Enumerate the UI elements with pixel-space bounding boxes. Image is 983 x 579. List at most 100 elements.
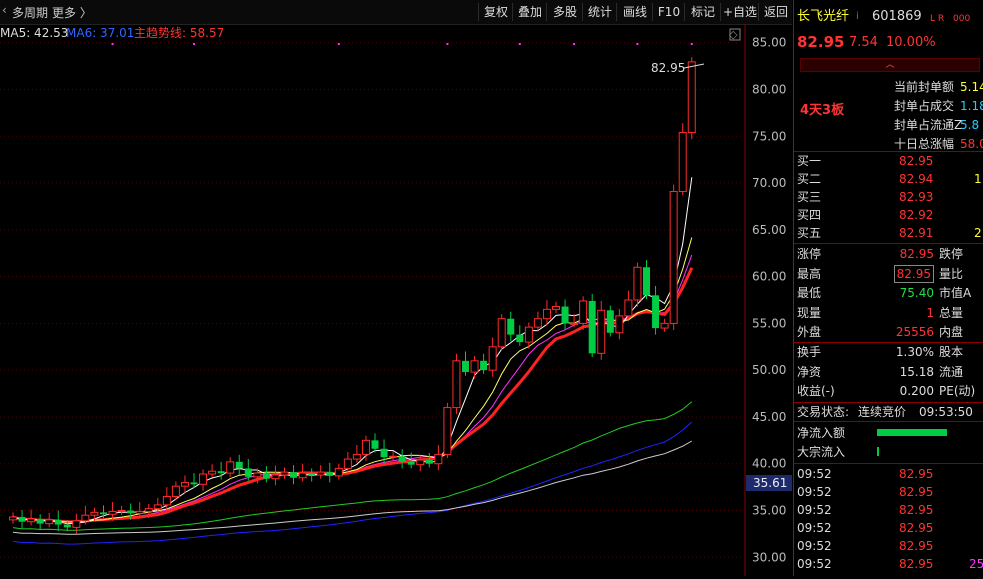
bid-label: 买一 bbox=[797, 154, 822, 168]
stat-label-secondary: 流通 bbox=[939, 364, 964, 379]
candle-body bbox=[290, 472, 298, 478]
stat-row[interactable]: 外盘 25556 内盘 bbox=[794, 323, 983, 341]
candle-body bbox=[687, 61, 696, 134]
last-price: 82.95 bbox=[797, 33, 845, 51]
candle-body bbox=[190, 482, 198, 485]
candle-body bbox=[63, 524, 71, 528]
candle-body bbox=[398, 456, 406, 462]
signal-marker bbox=[636, 43, 639, 45]
trade-status-time: 09:53:50 bbox=[919, 405, 973, 419]
tick-row[interactable]: 09:52 82.95 25 bbox=[794, 555, 983, 573]
candle-body bbox=[36, 518, 44, 524]
divider bbox=[794, 243, 983, 244]
bid-row[interactable]: 买一 82.95 bbox=[794, 152, 983, 170]
stat-row[interactable]: 最高 82.95 量比 bbox=[794, 264, 983, 283]
stat-label: 收益(-) bbox=[797, 384, 835, 398]
candle-body bbox=[171, 485, 180, 497]
kline-svg[interactable]: 85.00 80.00 75.00 70.00 65.00 60.00 55.00 50.00… bbox=[0, 24, 792, 576]
stat-row[interactable]: 换手 1.30% 股本 bbox=[794, 343, 983, 361]
tick-row[interactable]: 09:52 82.95 bbox=[794, 501, 983, 519]
net-inflow-bar bbox=[877, 429, 947, 436]
board-stat-row[interactable]: 封单占成交 1.18 bbox=[794, 97, 983, 115]
bid-row[interactable]: 买二 82.94 1 bbox=[794, 170, 983, 188]
signal-marker bbox=[111, 43, 114, 45]
more-button[interactable]: 更多 〉 bbox=[52, 4, 92, 21]
multi-stock-button[interactable]: 多股 bbox=[546, 3, 583, 21]
bid-row[interactable]: 买三 82.93 bbox=[794, 188, 983, 206]
candle-body bbox=[524, 326, 533, 343]
signal-marker bbox=[337, 43, 340, 45]
stat-value: 15.18 bbox=[899, 364, 934, 379]
draw-line-button[interactable]: 画线 bbox=[616, 3, 653, 21]
price-tick-label: 85.00 bbox=[752, 36, 786, 50]
add-watchlist-button[interactable]: +自选 bbox=[720, 3, 759, 21]
bid-row[interactable]: 买五 82.91 2 bbox=[794, 224, 983, 242]
board-stat-row[interactable]: 当前封单额 5.14 bbox=[794, 78, 983, 96]
trade-status-label: 交易状态: bbox=[797, 405, 850, 419]
candle-body bbox=[561, 306, 569, 324]
tick-row[interactable]: 09:52 82.95 bbox=[794, 465, 983, 483]
stat-row[interactable]: 净资 15.18 流通 bbox=[794, 363, 983, 381]
statistics-button[interactable]: 统计 bbox=[582, 3, 617, 21]
board-stat-row[interactable]: 封单占流通Z 5.8 bbox=[794, 116, 983, 134]
multi-period-button[interactable]: 多周期 bbox=[12, 4, 48, 21]
price-line: 82.95 7.54 10.00% bbox=[794, 33, 983, 55]
stat-row[interactable]: 现量 1 总量 bbox=[794, 304, 983, 322]
stat-label-secondary: PE(动) bbox=[939, 384, 976, 398]
kline-chart[interactable]: 85.00 80.00 75.00 70.00 65.00 60.00 55.00 50.00… bbox=[0, 24, 792, 576]
candle-body bbox=[470, 360, 479, 373]
stat-label-secondary: 总量 bbox=[939, 305, 964, 320]
stat-row[interactable]: 收益(-) 0.200 PE(动) bbox=[794, 382, 983, 400]
candle-body bbox=[615, 315, 624, 334]
back-button[interactable]: 返回 bbox=[758, 3, 793, 21]
candle-body bbox=[334, 467, 343, 477]
stat-value: 82.95 bbox=[899, 247, 934, 261]
candle-body bbox=[597, 309, 606, 354]
f10-button[interactable]: F10 bbox=[652, 3, 685, 21]
candle-body bbox=[542, 308, 551, 320]
candle-body bbox=[153, 504, 162, 510]
candle-body bbox=[217, 471, 225, 474]
stat-label-secondary: 量比 bbox=[939, 266, 964, 281]
candle-body bbox=[262, 473, 270, 479]
candle-body bbox=[361, 439, 370, 455]
stat-label: 现量 bbox=[797, 305, 822, 320]
stat-value: 1 bbox=[926, 305, 934, 320]
candle-body bbox=[570, 322, 579, 325]
collapse-chevron-icon[interactable]: ︿ bbox=[800, 58, 980, 72]
tick-row[interactable]: 09:52 82.95 bbox=[794, 537, 983, 555]
tick-price: 82.95 bbox=[899, 521, 934, 535]
info-icon[interactable]: i bbox=[856, 8, 859, 26]
stock-tag-suffix: 000 bbox=[953, 14, 971, 24]
candle-body bbox=[162, 495, 171, 506]
chevron-left-icon[interactable]: ‹ bbox=[2, 3, 7, 17]
mark-button[interactable]: 标记 bbox=[684, 3, 721, 21]
tick-row[interactable]: 09:52 82.95 bbox=[794, 483, 983, 501]
candle-body bbox=[660, 322, 669, 329]
stat-row[interactable]: 涨停 82.95 跌停 bbox=[794, 245, 983, 263]
stat-label-secondary: 内盘 bbox=[939, 325, 964, 339]
peak-price-label: 82.95 bbox=[651, 61, 685, 75]
candle-body bbox=[9, 516, 17, 521]
candle-body bbox=[407, 461, 415, 465]
candle-body bbox=[199, 473, 208, 485]
candle-body bbox=[135, 510, 144, 514]
restore-rights-button[interactable]: 复权 bbox=[478, 3, 513, 21]
block-inflow-label: 大宗流入 bbox=[797, 445, 846, 459]
tick-row[interactable]: 09:52 82.95 bbox=[794, 519, 983, 537]
candle-body bbox=[81, 514, 90, 522]
bid-label: 买二 bbox=[797, 172, 822, 186]
signal-marker bbox=[690, 43, 693, 45]
divider bbox=[794, 463, 983, 464]
stat-row[interactable]: 最低 75.40 市值A bbox=[794, 284, 983, 302]
stat-label-secondary: 股本 bbox=[939, 345, 964, 359]
stat-label: 最低 bbox=[797, 286, 822, 300]
tick-time: 09:52 bbox=[797, 485, 832, 499]
bid-row[interactable]: 买四 82.92 bbox=[794, 206, 983, 224]
overlay-button[interactable]: 叠加 bbox=[512, 3, 547, 21]
stock-code: 601869 bbox=[872, 9, 922, 24]
bid-price: 82.93 bbox=[899, 190, 934, 204]
board-stat-value: 1.18 bbox=[960, 99, 983, 113]
signal-marker bbox=[573, 43, 576, 45]
bid-volume: 1 bbox=[974, 172, 982, 186]
